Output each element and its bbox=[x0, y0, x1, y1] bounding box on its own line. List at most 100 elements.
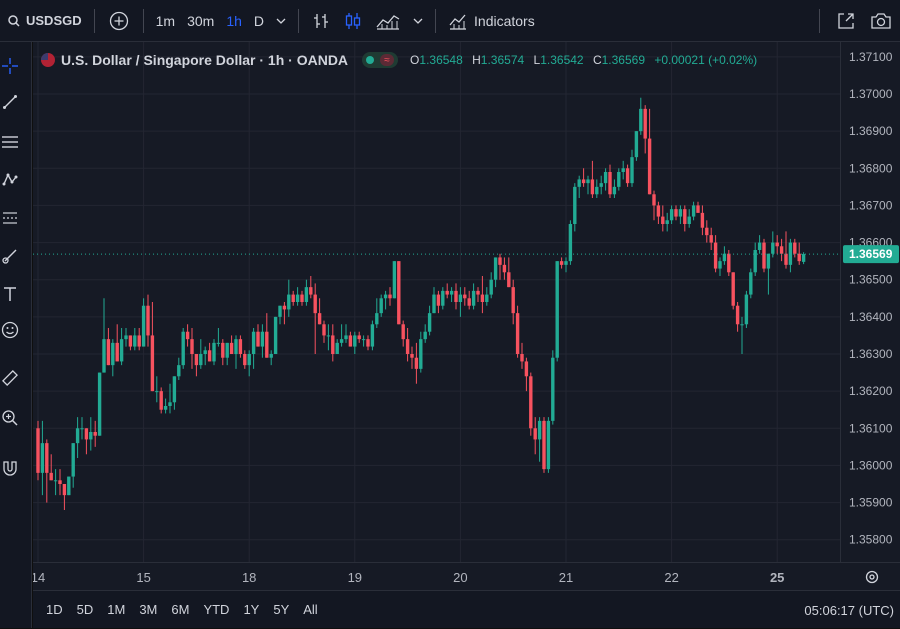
candle bbox=[441, 287, 445, 310]
forecast-icon bbox=[3, 212, 17, 224]
candle bbox=[581, 168, 586, 187]
range-5d[interactable]: 5D bbox=[70, 602, 101, 617]
candle bbox=[757, 235, 762, 254]
range-all[interactable]: All bbox=[296, 602, 324, 617]
candle bbox=[775, 235, 779, 254]
candles-style-button[interactable] bbox=[337, 0, 369, 42]
price-tick-label: 1.36700 bbox=[849, 198, 893, 212]
area-style-button[interactable] bbox=[369, 0, 407, 42]
candle bbox=[713, 235, 718, 273]
bar-style-button[interactable] bbox=[305, 0, 337, 42]
candle bbox=[507, 257, 511, 288]
crosshair-icon bbox=[2, 58, 18, 74]
last-price-label: 1.36569 bbox=[849, 247, 893, 261]
text-tool[interactable] bbox=[0, 282, 20, 306]
candle bbox=[190, 328, 194, 369]
candle bbox=[361, 335, 366, 347]
candle bbox=[53, 469, 58, 496]
candle bbox=[599, 175, 603, 195]
forecast-tool[interactable] bbox=[0, 206, 20, 230]
candle bbox=[199, 339, 203, 369]
candle bbox=[647, 108, 652, 195]
magnet-tool[interactable] bbox=[0, 456, 20, 480]
price-tick-label: 1.36000 bbox=[849, 458, 893, 472]
low-value: 1.36542 bbox=[540, 53, 584, 67]
snapshot-button[interactable] bbox=[866, 0, 900, 42]
candle bbox=[273, 316, 278, 354]
candle bbox=[177, 357, 181, 380]
interval-d[interactable]: D bbox=[248, 0, 270, 42]
range-1m[interactable]: 1M bbox=[100, 602, 132, 617]
range-5y[interactable]: 5Y bbox=[266, 602, 296, 617]
candle bbox=[287, 279, 291, 317]
candle bbox=[669, 205, 674, 224]
indicators-icon bbox=[449, 14, 467, 30]
chart-type-dropdown[interactable] bbox=[407, 0, 429, 42]
interval-1h[interactable]: 1h bbox=[220, 0, 248, 42]
fib-tool[interactable] bbox=[0, 130, 20, 154]
crosshair-tool[interactable] bbox=[0, 54, 20, 78]
range-ytd[interactable]: YTD bbox=[196, 602, 236, 617]
candlestick-chart[interactable] bbox=[33, 42, 840, 562]
zoom-tool[interactable] bbox=[0, 406, 20, 430]
symbol-search[interactable]: USDSGD bbox=[0, 0, 88, 42]
interval-1m[interactable]: 1m bbox=[150, 0, 181, 42]
fullscreen-button[interactable] bbox=[826, 0, 866, 42]
chart-pane[interactable]: U.S. Dollar / Singapore Dollar · 1h · OA… bbox=[33, 42, 840, 562]
interval-dropdown[interactable] bbox=[270, 0, 292, 42]
time-axis[interactable]: 14 15 18 19 20 21 22 25 bbox=[33, 562, 900, 590]
candle bbox=[128, 335, 133, 351]
candle bbox=[58, 469, 62, 496]
range-1d[interactable]: 1D bbox=[39, 602, 70, 617]
time-tick-label: 15 bbox=[136, 570, 150, 585]
candle bbox=[75, 417, 80, 458]
range-6m[interactable]: 6M bbox=[164, 602, 196, 617]
divider bbox=[819, 8, 820, 33]
price-axis[interactable]: 1.37100 1.37000 1.36900 1.36800 1.36700 1.366… bbox=[840, 42, 900, 562]
ruler-tool[interactable] bbox=[0, 366, 20, 390]
change-value: +0.00021 (+0.02%) bbox=[654, 53, 758, 67]
data-wave-icon: ≈ bbox=[380, 54, 395, 66]
pattern-tool[interactable] bbox=[0, 168, 20, 192]
compare-button[interactable] bbox=[101, 0, 137, 42]
range-1y[interactable]: 1Y bbox=[236, 602, 266, 617]
candle bbox=[432, 287, 436, 314]
candle bbox=[40, 420, 45, 496]
candle bbox=[463, 287, 467, 306]
chevron-down-icon bbox=[276, 18, 286, 24]
trend-line-tool[interactable] bbox=[0, 90, 20, 114]
indicators-button[interactable]: Indicators bbox=[442, 0, 541, 42]
emoji-tool[interactable] bbox=[0, 318, 20, 342]
candle bbox=[793, 238, 797, 258]
candle bbox=[366, 335, 370, 351]
candle bbox=[344, 324, 348, 343]
market-open-icon bbox=[366, 56, 375, 64]
utc-clock[interactable]: 05:06:17 (UTC) bbox=[804, 591, 894, 629]
candle bbox=[529, 372, 533, 436]
candle bbox=[36, 420, 40, 481]
interval-30m[interactable]: 30m bbox=[181, 0, 220, 42]
candle bbox=[207, 342, 212, 362]
candle bbox=[89, 417, 93, 451]
close-label: C bbox=[592, 53, 602, 67]
candle bbox=[546, 417, 551, 473]
candle bbox=[119, 328, 124, 366]
range-3m[interactable]: 3M bbox=[132, 602, 164, 617]
candle bbox=[665, 212, 669, 232]
candle bbox=[348, 331, 353, 347]
candle bbox=[331, 324, 335, 362]
candle bbox=[766, 253, 771, 295]
candle bbox=[423, 324, 427, 343]
price-tick-label: 1.37000 bbox=[849, 87, 893, 101]
axis-settings-icon[interactable] bbox=[865, 570, 879, 584]
open-label: O bbox=[410, 53, 420, 67]
camera-icon bbox=[871, 12, 891, 29]
price-tick-label: 1.36100 bbox=[849, 421, 893, 435]
candle bbox=[163, 398, 168, 414]
candle bbox=[216, 328, 221, 347]
brush-tool[interactable] bbox=[0, 244, 20, 268]
candle bbox=[630, 149, 634, 187]
indicators-label: Indicators bbox=[474, 12, 535, 29]
candle bbox=[392, 261, 397, 299]
market-status[interactable]: ≈ bbox=[362, 52, 399, 68]
